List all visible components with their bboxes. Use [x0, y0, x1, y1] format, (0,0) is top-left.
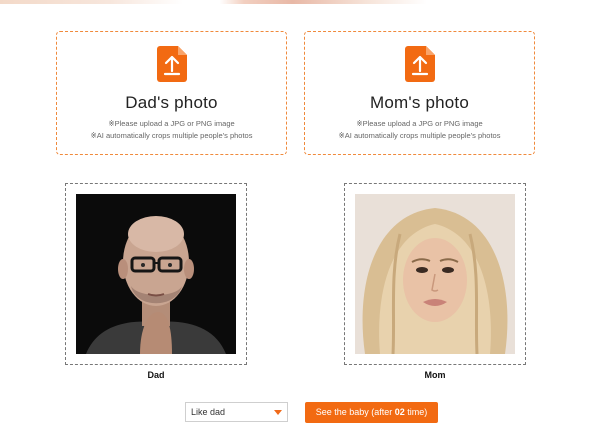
mom-photo-frame[interactable]	[344, 183, 526, 365]
see-the-baby-button[interactable]: See the baby (after 02 time)	[305, 402, 438, 423]
chevron-down-icon	[274, 410, 282, 415]
mom-photo	[355, 194, 515, 354]
dad-upload-title: Dad's photo	[125, 93, 218, 112]
resemblance-select-value: Like dad	[191, 407, 226, 417]
mom-photo-caption: Mom	[424, 370, 446, 380]
mom-upload-hint-format: ※Please upload a JPG or PNG image	[356, 119, 483, 128]
mom-upload-hint-crop: ※AI automatically crops multiple people'…	[338, 131, 501, 140]
cta-label-prefix: See the baby (after	[315, 407, 395, 417]
dad-photo-upload[interactable]: Dad's photo ※Please upload a JPG or PNG …	[56, 31, 287, 155]
dad-upload-hint-crop: ※AI automatically crops multiple people'…	[90, 131, 253, 140]
mom-upload-title: Mom's photo	[370, 93, 469, 112]
dad-photo-caption: Dad	[147, 370, 165, 380]
dad-photo-frame[interactable]	[65, 183, 247, 365]
dad-upload-hint-format: ※Please upload a JPG or PNG image	[108, 119, 235, 128]
cta-count: 02	[394, 407, 405, 417]
upload-file-icon	[404, 46, 435, 82]
upload-file-icon	[156, 46, 187, 82]
mom-photo-upload[interactable]: Mom's photo ※Please upload a JPG or PNG …	[304, 31, 535, 155]
resemblance-select[interactable]: Like dad	[185, 402, 288, 422]
cta-label-suffix: time)	[404, 407, 428, 417]
dad-photo	[76, 194, 236, 354]
top-banner-strip	[0, 0, 610, 4]
